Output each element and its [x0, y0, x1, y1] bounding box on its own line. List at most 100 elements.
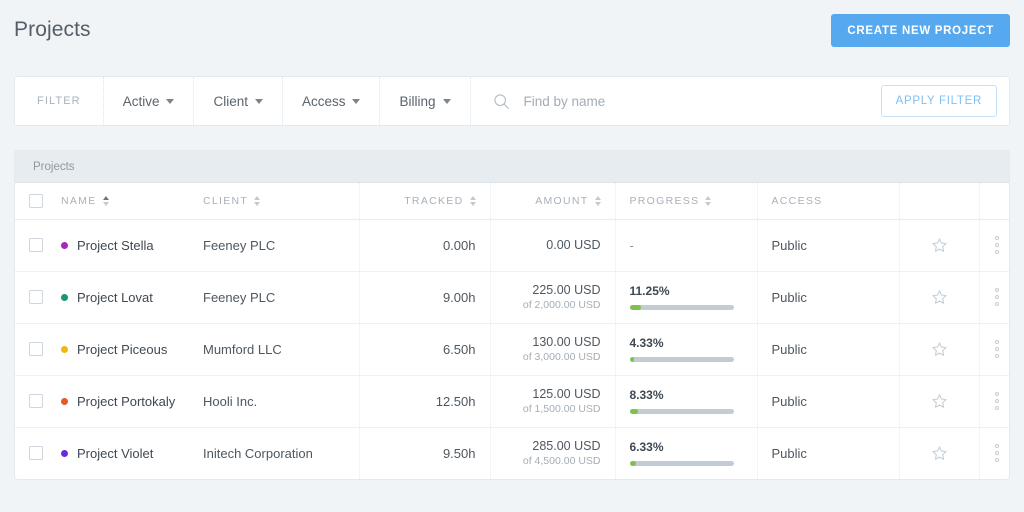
progress-column-cell: -	[615, 219, 757, 271]
tracked-cell: 9.00h	[359, 271, 490, 323]
project-name-cell[interactable]: Project Portokaly	[57, 375, 189, 427]
tracked-cell: 9.50h	[359, 427, 490, 479]
select-all-header	[15, 183, 57, 219]
page-title: Projects	[14, 18, 91, 42]
create-new-project-button[interactable]: CREATE NEW PROJECT	[831, 14, 1010, 47]
select-all-checkbox[interactable]	[29, 194, 43, 208]
star-icon[interactable]	[930, 288, 949, 307]
search-input[interactable]	[524, 94, 863, 109]
filter-dropdown-active[interactable]: Active	[104, 77, 195, 125]
row-checkbox[interactable]	[29, 394, 43, 408]
progress-column-cell: 8.33%	[615, 375, 757, 427]
progress-cell: 8.33%	[616, 388, 757, 414]
row-actions-cell	[979, 323, 1010, 375]
table-row[interactable]: Project LovatFeeney PLC9.00h225.00 USDof…	[15, 271, 1010, 323]
client-cell: Hooli Inc.	[189, 375, 359, 427]
column-header-amount[interactable]: AMOUNT	[490, 183, 615, 219]
row-checkbox[interactable]	[29, 290, 43, 304]
amount-value: 285.00 USD	[532, 439, 600, 454]
sort-arrows-icon[interactable]	[595, 196, 601, 206]
access-cell: Public	[757, 271, 899, 323]
chevron-down-icon	[443, 99, 451, 104]
row-actions-cell	[979, 375, 1010, 427]
row-checkbox[interactable]	[29, 238, 43, 252]
amount-cell: 285.00 USDof 4,500.00 USD	[490, 427, 615, 479]
filter-dropdown-client-label: Client	[213, 94, 248, 109]
star-icon[interactable]	[930, 392, 949, 411]
column-header-progress-label: PROGRESS	[630, 195, 700, 207]
access-value: Public	[758, 342, 807, 357]
client-name: Feeney PLC	[189, 290, 359, 305]
row-checkbox[interactable]	[29, 446, 43, 460]
table-row[interactable]: Project PiceousMumford LLC6.50h130.00 US…	[15, 323, 1010, 375]
favorite-cell	[899, 427, 979, 479]
sort-arrows-icon[interactable]	[705, 196, 711, 206]
row-checkbox[interactable]	[29, 342, 43, 356]
sort-arrows-icon[interactable]	[470, 196, 476, 206]
star-icon[interactable]	[930, 444, 949, 463]
amount-cell: 0.00 USD	[490, 219, 615, 271]
project-name-cell[interactable]: Project Stella	[57, 219, 189, 271]
chevron-down-icon	[352, 99, 360, 104]
progress-track	[630, 461, 734, 466]
more-options-icon[interactable]	[995, 392, 999, 410]
progress-percent: 4.33%	[630, 336, 743, 350]
column-header-progress[interactable]: PROGRESS	[615, 183, 757, 219]
progress-track	[630, 409, 734, 414]
access-cell: Public	[757, 427, 899, 479]
column-header-access: ACCESS	[757, 183, 899, 219]
project-color-dot	[61, 398, 68, 405]
amount-budget: of 4,500.00 USD	[523, 454, 601, 468]
search-icon[interactable]	[493, 93, 510, 110]
access-cell: Public	[757, 323, 899, 375]
filter-dropdown-access[interactable]: Access	[283, 77, 381, 125]
table-row[interactable]: Project VioletInitech Corporation9.50h28…	[15, 427, 1010, 479]
more-options-icon[interactable]	[995, 288, 999, 306]
projects-table-card: Projects NAME	[14, 150, 1010, 480]
amount-budget: of 2,000.00 USD	[523, 298, 601, 312]
column-header-tracked[interactable]: TRACKED	[359, 183, 490, 219]
project-color-dot	[61, 450, 68, 457]
column-header-name-label: NAME	[61, 195, 97, 207]
search-area	[471, 77, 881, 125]
row-select-cell	[15, 323, 57, 375]
access-value: Public	[758, 446, 807, 461]
filter-label: FILTER	[15, 77, 104, 125]
favorite-cell	[899, 271, 979, 323]
table-head: NAME CLIENT TRACKED	[15, 183, 1010, 219]
progress-percent: 11.25%	[630, 284, 743, 298]
sort-arrows-icon[interactable]	[103, 196, 109, 206]
amount-budget: of 1,500.00 USD	[523, 402, 601, 416]
table-row[interactable]: Project StellaFeeney PLC0.00h0.00 USD-Pu…	[15, 219, 1010, 271]
amount-value: 0.00 USD	[546, 238, 600, 253]
amount-cell: 125.00 USDof 1,500.00 USD	[490, 375, 615, 427]
more-options-icon[interactable]	[995, 236, 999, 254]
more-options-icon[interactable]	[995, 340, 999, 358]
table-row[interactable]: Project PortokalyHooli Inc.12.50h125.00 …	[15, 375, 1010, 427]
filter-dropdown-billing[interactable]: Billing	[380, 77, 470, 125]
project-color-dot	[61, 346, 68, 353]
filter-dropdown-client[interactable]: Client	[194, 77, 283, 125]
project-color-dot	[61, 294, 68, 301]
star-icon[interactable]	[930, 236, 949, 255]
project-name-cell[interactable]: Project Piceous	[57, 323, 189, 375]
star-icon[interactable]	[930, 340, 949, 359]
column-header-name[interactable]: NAME	[57, 183, 189, 219]
project-name-cell[interactable]: Project Lovat	[57, 271, 189, 323]
project-name: Project Lovat	[77, 290, 153, 305]
project-name: Project Piceous	[77, 342, 167, 357]
progress-percent: 8.33%	[630, 388, 743, 402]
favorite-cell	[899, 219, 979, 271]
more-options-icon[interactable]	[995, 444, 999, 462]
apply-filter-button[interactable]: APPLY FILTER	[881, 85, 997, 117]
progress-track	[630, 305, 734, 310]
tracked-cell: 12.50h	[359, 375, 490, 427]
project-name-cell[interactable]: Project Violet	[57, 427, 189, 479]
row-actions-cell	[979, 219, 1010, 271]
projects-page: Projects CREATE NEW PROJECT FILTER Activ…	[0, 0, 1024, 512]
page-header: Projects CREATE NEW PROJECT	[0, 0, 1024, 60]
column-header-client[interactable]: CLIENT	[189, 183, 359, 219]
client-cell: Feeney PLC	[189, 271, 359, 323]
sort-arrows-icon[interactable]	[254, 196, 260, 206]
progress-fill	[630, 357, 635, 362]
